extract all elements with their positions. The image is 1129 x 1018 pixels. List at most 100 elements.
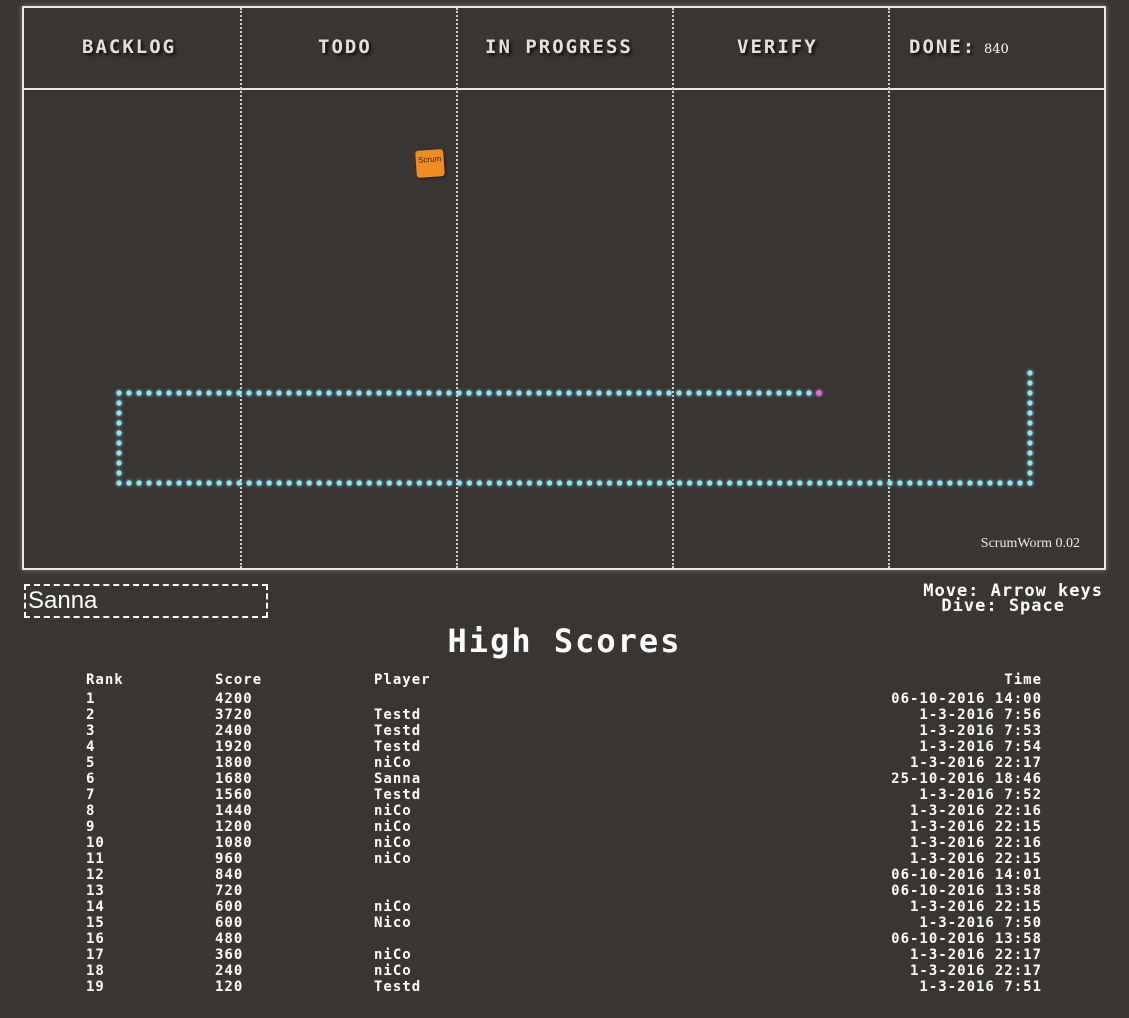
score-cell: 480 bbox=[215, 931, 244, 947]
worm-segment bbox=[126, 480, 132, 486]
score-cell: 3720 bbox=[215, 707, 253, 723]
worm-segment bbox=[216, 390, 222, 396]
worm-segment bbox=[476, 480, 482, 486]
rank-cell: 8 bbox=[86, 803, 96, 819]
worm-segment bbox=[797, 480, 803, 486]
worm-segment bbox=[606, 480, 613, 486]
worm-segment bbox=[246, 480, 252, 486]
worm-segment bbox=[626, 480, 633, 486]
worm-segment bbox=[446, 390, 452, 396]
table-row: 6 1680 Sanna 25-10-2016 18:46 bbox=[84, 771, 1044, 787]
worm-segment bbox=[136, 480, 142, 486]
worm-segment bbox=[326, 480, 332, 486]
worm-segment bbox=[776, 390, 782, 396]
worm-segment bbox=[1027, 410, 1033, 416]
player-cell: Nico bbox=[374, 915, 412, 931]
worm-segment bbox=[296, 480, 302, 486]
score-cell: 360 bbox=[215, 947, 244, 963]
table-row: 3 2400 Testd 1-3-2016 7:53 bbox=[84, 723, 1044, 739]
worm-segment bbox=[727, 480, 733, 486]
worm-segment bbox=[576, 390, 582, 396]
worm-segment bbox=[636, 390, 642, 396]
score-cell: 1440 bbox=[215, 803, 253, 819]
rank-cell: 19 bbox=[86, 979, 105, 995]
worm-segment bbox=[757, 480, 763, 486]
worm-segment bbox=[746, 390, 752, 396]
worm-segment bbox=[486, 390, 492, 396]
table-row: 19 120 Testd 1-3-2016 7:51 bbox=[84, 979, 1044, 995]
worm-segment bbox=[667, 480, 673, 486]
worm-segment bbox=[316, 480, 322, 486]
worm-segment bbox=[867, 480, 873, 486]
worm-segment bbox=[326, 390, 332, 396]
player-cell: Testd bbox=[374, 979, 422, 995]
worm-segment bbox=[1027, 440, 1033, 446]
table-row: 18 240 niCo 1-3-2016 22:17 bbox=[84, 963, 1044, 979]
time-cell: 1-3-2016 7:51 bbox=[919, 979, 1042, 995]
worm-segment bbox=[176, 390, 182, 396]
worm-segment bbox=[546, 480, 553, 486]
worm-segment bbox=[1017, 480, 1023, 486]
worm-segment bbox=[366, 480, 372, 486]
worm-segment bbox=[526, 480, 533, 486]
worm-segment bbox=[857, 480, 863, 486]
worm-segment bbox=[737, 480, 743, 486]
time-cell: 06-10-2016 14:00 bbox=[891, 691, 1042, 707]
worm-segment bbox=[796, 390, 802, 396]
score-cell: 1080 bbox=[215, 835, 253, 851]
worm-segment bbox=[907, 480, 913, 486]
score-cell: 840 bbox=[215, 867, 244, 883]
worm-segment bbox=[376, 390, 382, 396]
worm-segment bbox=[847, 480, 853, 486]
worm-segment bbox=[616, 480, 623, 486]
worm-segment bbox=[697, 480, 703, 486]
player-cell: niCo bbox=[374, 819, 412, 835]
score-cell: 1680 bbox=[215, 771, 253, 787]
worm-segment bbox=[216, 480, 222, 486]
worm-segment bbox=[386, 480, 392, 486]
worm-segment bbox=[226, 480, 232, 486]
worm-segment bbox=[616, 390, 622, 396]
time-cell: 1-3-2016 22:17 bbox=[909, 755, 1042, 771]
worm-segment bbox=[1027, 390, 1033, 396]
worm-segment bbox=[837, 480, 843, 486]
rank-cell: 18 bbox=[86, 963, 105, 979]
worm-segment bbox=[536, 480, 543, 486]
worm-segment bbox=[677, 480, 683, 486]
player-cell: Testd bbox=[374, 739, 422, 755]
worm-segment bbox=[706, 390, 712, 396]
worm-segment bbox=[266, 390, 272, 396]
worm-segment bbox=[496, 480, 503, 486]
worm-segment bbox=[556, 480, 563, 486]
game-board[interactable]: BACKLOG TODO IN PROGRESS VERIFY DONE: 84… bbox=[22, 6, 1106, 570]
rank-cell: 1 bbox=[86, 691, 96, 707]
worm-segment bbox=[186, 390, 192, 396]
worm bbox=[116, 370, 1033, 486]
worm-segment bbox=[266, 480, 272, 486]
score-cell: 1920 bbox=[215, 739, 253, 755]
worm-segment bbox=[506, 480, 513, 486]
worm-segment bbox=[356, 390, 362, 396]
worm-segment bbox=[136, 390, 142, 396]
worm-segment bbox=[817, 480, 823, 486]
rank-cell: 2 bbox=[86, 707, 96, 723]
worm-segment bbox=[286, 480, 292, 486]
player-cell: niCo bbox=[374, 835, 412, 851]
worm-segment bbox=[416, 480, 422, 486]
worm-segment bbox=[566, 390, 572, 396]
time-cell: 1-3-2016 22:17 bbox=[909, 947, 1042, 963]
worm-segment bbox=[456, 390, 462, 396]
player-name-input[interactable] bbox=[24, 584, 268, 618]
worm-segment bbox=[426, 390, 432, 396]
table-row: 15 600 Nico 1-3-2016 7:50 bbox=[84, 915, 1044, 931]
worm-segment bbox=[1027, 450, 1033, 456]
worm-segment bbox=[116, 460, 122, 466]
worm-segment bbox=[646, 390, 652, 396]
time-cell: 06-10-2016 13:58 bbox=[891, 931, 1042, 947]
time-cell: 1-3-2016 22:15 bbox=[909, 899, 1042, 915]
worm-segment bbox=[116, 430, 122, 436]
worm-segment bbox=[166, 480, 172, 486]
rank-cell: 7 bbox=[86, 787, 96, 803]
worm-segment bbox=[116, 480, 122, 486]
score-cell: 600 bbox=[215, 899, 244, 915]
